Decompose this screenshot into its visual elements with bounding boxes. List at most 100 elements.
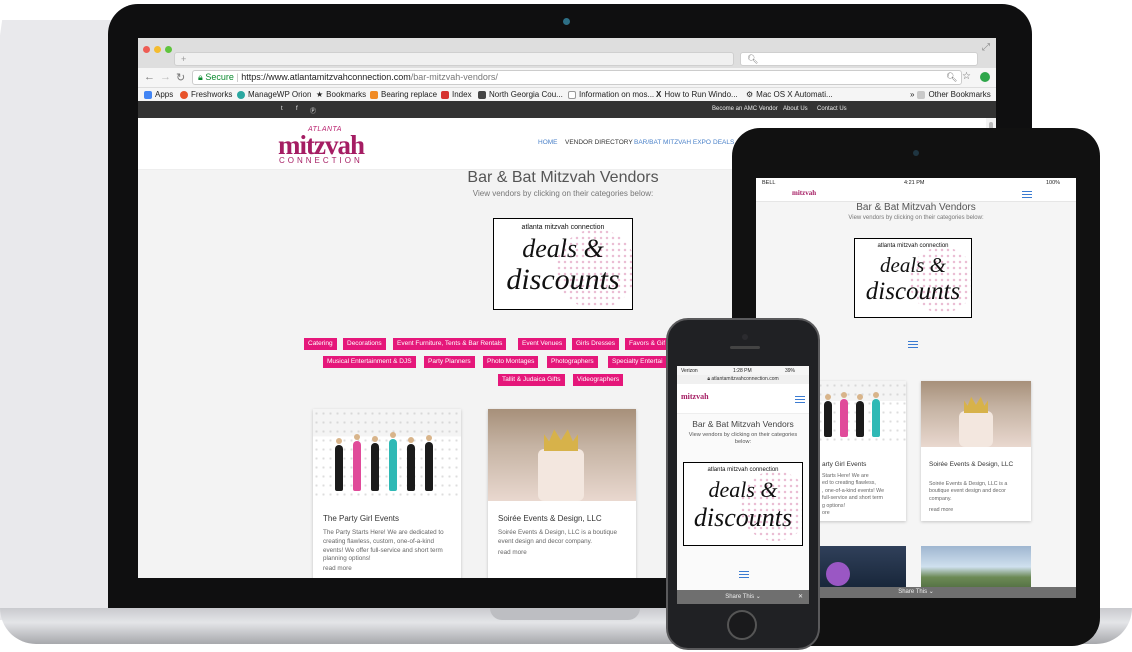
page-title: Bar & Bat Mitzvah Vendors bbox=[467, 169, 659, 186]
laptop-notch bbox=[490, 608, 640, 620]
browser-search-box[interactable]: 🔍︎ bbox=[740, 52, 978, 66]
bookmark-mac-os[interactable]: ⚙ Mac OS X Automati... bbox=[746, 90, 833, 99]
nav-home[interactable]: HOME bbox=[538, 139, 558, 146]
tablet-vendor-card-soiree[interactable]: Soirée Events & Design, LLC Soirée Event… bbox=[921, 381, 1031, 521]
category-party-planners[interactable]: Party Planners bbox=[424, 356, 475, 368]
tablet-camera bbox=[913, 150, 919, 156]
menu-icon[interactable] bbox=[795, 396, 805, 403]
category-specialty-entertainment[interactable]: Specialty Entertai bbox=[608, 356, 667, 368]
url-field[interactable]: 🔒︎ Secure | https://www.atlantamitzvahco… bbox=[192, 70, 962, 85]
soiree-cake-photo bbox=[921, 381, 1031, 447]
other-bookmarks-label: Other Bookmarks bbox=[928, 90, 991, 99]
maximize-window-button[interactable] bbox=[165, 46, 172, 53]
category-videographers[interactable]: Videographers bbox=[573, 374, 624, 386]
close-window-button[interactable] bbox=[143, 46, 150, 53]
star-icon[interactable]: ☆ bbox=[962, 71, 971, 82]
deals-discounts-graphic[interactable]: atlanta mitzvah connection deals & disco… bbox=[493, 218, 633, 310]
tablet-categories-menu-icon[interactable] bbox=[908, 341, 918, 348]
read-more-link[interactable]: read more bbox=[929, 507, 953, 513]
bookmark-information[interactable]: Information on mos... bbox=[568, 90, 654, 99]
phone-subtitle: View vendors by clicking on their catego… bbox=[688, 432, 798, 446]
category-decorations[interactable]: Decorations bbox=[343, 338, 386, 350]
bookmark-north-georgia[interactable]: North Georgia Cou... bbox=[478, 90, 563, 99]
bookmark-label: Apps bbox=[155, 90, 174, 99]
phone-share-bar[interactable]: Share This ⌄ ✕ bbox=[677, 590, 809, 604]
deals-header: atlanta mitzvah connection bbox=[707, 467, 779, 473]
chevron-right-icon: » bbox=[910, 90, 915, 99]
deals-header: atlanta mitzvah connection bbox=[877, 243, 949, 249]
pinterest-icon[interactable]: Ⓟ bbox=[310, 106, 316, 115]
phone-battery: 39% bbox=[785, 368, 796, 374]
vendor-title[interactable]: The Party Girl Events bbox=[323, 514, 399, 523]
nav-expo[interactable]: BAR/BAT MITZVAH EXPO bbox=[634, 139, 711, 146]
vendor-description: Soirée Events & Design, LLC is a boutiqu… bbox=[929, 481, 1008, 502]
category-event-furniture[interactable]: Event Furniture, Tents & Bar Rentals bbox=[393, 338, 507, 350]
forward-icon[interactable]: → bbox=[160, 71, 171, 83]
resize-icon[interactable]: ⤢ bbox=[982, 42, 990, 53]
category-photo-montages[interactable]: Photo Montages bbox=[483, 356, 539, 368]
other-bookmarks[interactable]: » Other Bookmarks bbox=[910, 90, 991, 99]
tablet-time: 4:21 PM bbox=[904, 180, 925, 186]
menu-icon[interactable] bbox=[1022, 191, 1032, 198]
tablet-deals-graphic[interactable]: atlanta mitzvah connection deals & disco… bbox=[854, 238, 972, 318]
bookmark-index[interactable]: Index bbox=[441, 90, 472, 99]
category-favors[interactable]: Favors & Gif bbox=[625, 338, 670, 350]
bookmark-how-to-run[interactable]: X How to Run Windo... bbox=[656, 90, 738, 99]
device-mockup: + 🔍︎ ⤢ ← → ↻ 🔒︎ Secure | https://www.atl… bbox=[0, 0, 1132, 652]
facebook-icon[interactable]: f bbox=[296, 106, 298, 112]
logo-connection: CONNECTION bbox=[279, 156, 363, 165]
page-subtitle: View vendors by clicking on their catego… bbox=[472, 189, 654, 198]
phone-logo[interactable]: mitzvah bbox=[681, 392, 709, 401]
bookmark-managewp[interactable]: ManageWP Orion bbox=[237, 90, 311, 99]
category-event-venues[interactable]: Event Venues bbox=[518, 338, 567, 350]
category-photographers[interactable]: Photographers bbox=[547, 356, 598, 368]
category-tallit-judaica[interactable]: Tallit & Judaica Gifts bbox=[498, 374, 565, 386]
read-more-link[interactable]: read more bbox=[323, 565, 352, 572]
vendor-card-party-girl[interactable]: The Party Girl Events The Party Starts H… bbox=[313, 409, 461, 578]
vendor-title[interactable]: Soirée Events & Design, LLC bbox=[929, 461, 1025, 468]
topbar-link[interactable]: Contact Us bbox=[817, 106, 847, 112]
page-icon bbox=[568, 90, 576, 99]
phone-categories-menu-icon[interactable] bbox=[739, 571, 749, 578]
party-girl-photo bbox=[313, 409, 461, 501]
tablet-logo[interactable]: mitzvah bbox=[792, 189, 816, 197]
vendor-title[interactable]: Soirée Events & Design, LLC bbox=[498, 514, 602, 523]
gear-icon: ⚙ bbox=[746, 90, 754, 99]
bookmark-label: Bearing replace bbox=[381, 90, 438, 99]
bookmark-freshworks[interactable]: Freshworks bbox=[180, 90, 232, 99]
extension-icon[interactable] bbox=[980, 72, 990, 82]
topbar-link[interactable]: Become an AMC Vendor bbox=[712, 106, 778, 112]
topbar-link[interactable]: About Us bbox=[783, 106, 808, 112]
bookmark-label: Mac OS X Automati... bbox=[756, 90, 833, 99]
bookmark-bearing[interactable]: Bearing replace bbox=[370, 90, 437, 99]
read-more-link[interactable]: read more bbox=[498, 549, 527, 556]
phone-deals-graphic[interactable]: atlanta mitzvah connection deals & disco… bbox=[683, 462, 803, 546]
twitter-icon[interactable]: t bbox=[281, 106, 283, 112]
phone-title: Bar & Bat Mitzvah Vendors bbox=[692, 419, 794, 429]
zoom-icon[interactable]: 🔍︎ bbox=[946, 72, 957, 83]
reload-icon[interactable]: ↻ bbox=[176, 71, 185, 84]
vendor-card-soiree[interactable]: Soirée Events & Design, LLC Soirée Event… bbox=[488, 409, 636, 578]
deals-header: atlanta mitzvah connection bbox=[521, 224, 605, 231]
close-icon[interactable]: ✕ bbox=[798, 590, 803, 604]
minimize-window-button[interactable] bbox=[154, 46, 161, 53]
phone-speaker bbox=[730, 346, 760, 349]
nav-vendor-directory[interactable]: VENDOR DIRECTORY bbox=[565, 139, 633, 146]
tablet-carrier: BELL bbox=[762, 180, 776, 186]
phone-url-bar[interactable]: 🔒︎ atlantamitzvahconnection.com bbox=[677, 375, 809, 384]
back-icon[interactable]: ← bbox=[144, 71, 155, 83]
new-tab-button[interactable]: + bbox=[174, 52, 734, 66]
phone-status-bar: Verizon 1:28 PM 39% bbox=[677, 366, 809, 375]
category-catering[interactable]: Catering bbox=[304, 338, 337, 350]
nav-deals[interactable]: DEALS bbox=[713, 139, 734, 146]
bookmark-apps[interactable]: Apps bbox=[144, 90, 173, 99]
vendor-title[interactable]: arty Girl Events bbox=[822, 461, 866, 468]
north-georgia-icon bbox=[478, 90, 486, 99]
category-musical-entertainment[interactable]: Musical Entertainment & DJS bbox=[323, 356, 416, 368]
category-girls-dresses[interactable]: Girls Dresses bbox=[572, 338, 620, 350]
bookmark-bookmarks[interactable]: ★ Bookmarks bbox=[316, 90, 366, 99]
secure-label: Secure bbox=[205, 72, 234, 82]
phone-home-button[interactable] bbox=[727, 610, 757, 640]
bookmarks-bar: Apps Freshworks ManageWP Orion ★ Bookmark… bbox=[138, 88, 996, 102]
phone-screen: Verizon 1:28 PM 39% 🔒︎ atlantamitzvahcon… bbox=[677, 366, 809, 604]
